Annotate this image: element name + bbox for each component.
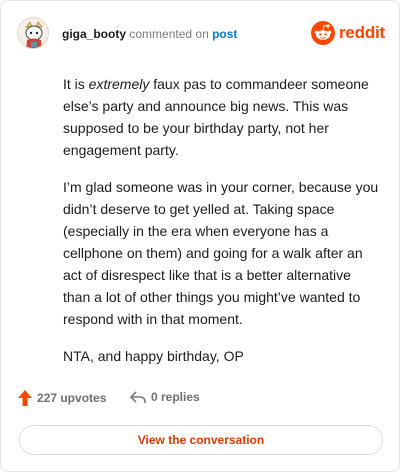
reddit-wordmark: reddit [338,23,385,42]
comment-paragraph-1: It is extremely faux pas to commandeer s… [63,76,369,158]
comment-paragraph-2: I’m glad someone was in your corner, bec… [63,179,379,327]
reddit-logo[interactable]: reddit [310,20,385,46]
reply-arrow-icon [130,391,146,403]
post-link[interactable]: post [212,27,237,41]
upvote-count: 227 upvotes [37,391,107,405]
reddit-snoo-icon [310,21,335,45]
commented-on-text: commented on [129,27,209,41]
comment-body: It is extremely faux pas to commandeer s… [63,73,381,382]
comment-paragraph-3: NTA, and happy birthday, OP [63,348,244,364]
user-avatar[interactable] [17,17,49,49]
comment-actions: 227 upvotes 0 replies [17,389,377,411]
view-conversation-button[interactable]: View the conversation [19,425,383,455]
upvote-button[interactable]: 227 upvotes [17,389,106,407]
comment-card: giga_booty commented on post reddit It i… [0,0,400,472]
reply-count: 0 replies [151,390,200,404]
comment-header: giga_booty commented on post reddit [17,13,385,53]
view-conversation-label: View the conversation [137,433,265,447]
replies-button[interactable]: 0 replies [129,389,200,405]
username-link[interactable]: giga_booty [62,27,126,41]
upvote-arrow-icon [18,390,32,406]
comment-byline: giga_booty commented on post [62,27,237,41]
